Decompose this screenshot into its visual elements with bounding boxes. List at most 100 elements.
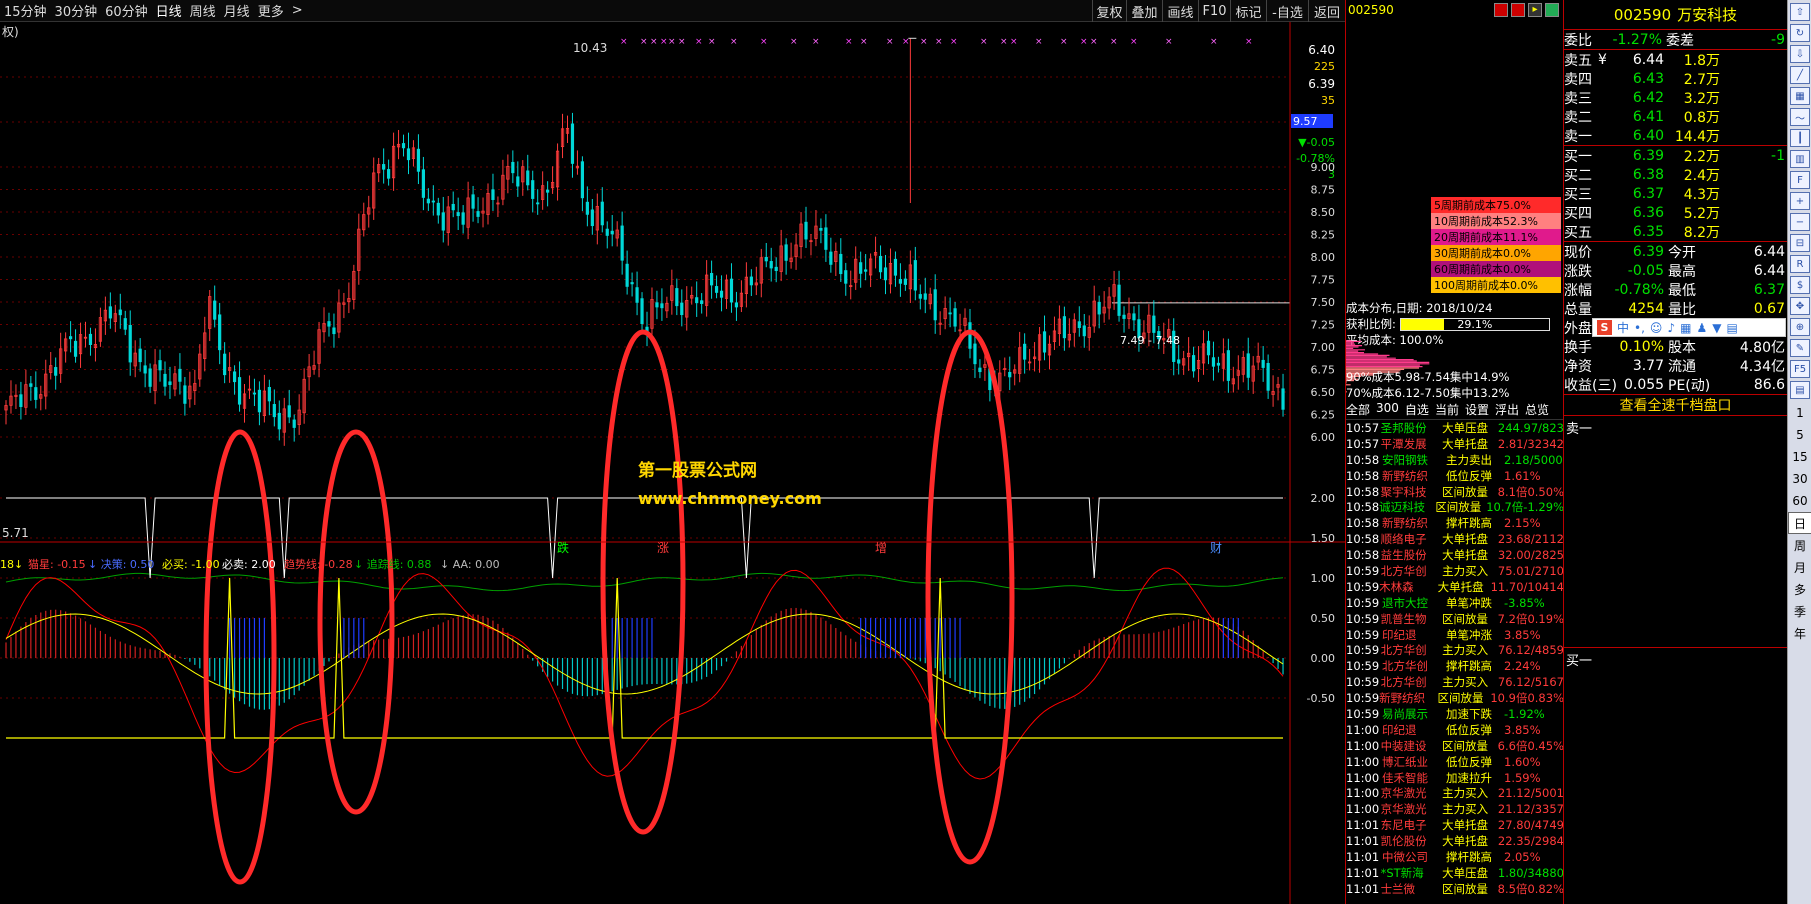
period-5min[interactable]: 5 — [1788, 424, 1811, 446]
bid-row-2[interactable]: 买二 6.38 2.4万 — [1564, 165, 1787, 184]
tab-all[interactable]: 全部 — [1346, 401, 1370, 418]
grid-icon[interactable]: ▦ — [1790, 87, 1810, 105]
f10-icon[interactable]: F — [1790, 171, 1810, 189]
tab-monthly[interactable]: 月线 — [220, 1, 254, 20]
trade-alert-row[interactable]: 11:00 博汇纸业 低位反弹 1.60% — [1346, 754, 1564, 770]
chart-area[interactable]: × × × × × × × × × × × × × × × × × × × × × × × × × × × × × × × 权) 10.43… — [0, 22, 1345, 904]
tab-daily[interactable]: 日线 — [152, 1, 186, 20]
bid-row-3[interactable]: 买三 6.37 4.3万 — [1564, 184, 1787, 203]
ime-keyboard-icon[interactable]: ▦ — [1680, 321, 1691, 335]
panel-icon-2[interactable] — [1511, 3, 1525, 17]
tab-30min[interactable]: 30分钟 — [51, 1, 102, 20]
trade-alert-row[interactable]: 11:01 *ST新海 大单压盘 1.80/34880 — [1346, 865, 1564, 881]
move-icon[interactable]: ✥ — [1790, 297, 1810, 315]
tab-300[interactable]: 300 — [1376, 401, 1399, 418]
f10-button[interactable]: F10 — [1198, 0, 1230, 22]
ime-lang-icon[interactable]: 中 — [1617, 319, 1629, 336]
trade-alert-row[interactable]: 10:59 新野纺织 区间放量 10.9倍0.83% — [1346, 690, 1564, 706]
bid-row-5[interactable]: 买五 6.35 8.2万 — [1564, 222, 1787, 241]
panel-icon-1[interactable] — [1494, 3, 1508, 17]
trade-alert-row[interactable]: 11:00 印纪退 低位反弹 3.85% — [1346, 722, 1564, 738]
ask-row-3[interactable]: 卖三 6.42 3.2万 — [1564, 88, 1787, 107]
trade-alert-row[interactable]: 11:00 中装建设 区间放量 6.6倍0.45% — [1346, 738, 1564, 754]
period-day[interactable]: 日 — [1788, 512, 1811, 534]
trade-alert-row[interactable]: 10:57 平潭发展 大单托盘 2.81/32342 — [1346, 436, 1564, 452]
rsi-icon[interactable]: R — [1790, 255, 1810, 273]
zoom-in-icon[interactable]: + — [1790, 192, 1810, 210]
ask-row-4[interactable]: 卖四 6.43 2.7万 — [1564, 69, 1787, 88]
candle-icon[interactable]: ┃ — [1790, 129, 1810, 147]
period-30min[interactable]: 30 — [1788, 468, 1811, 490]
pencil-icon[interactable]: ✎ — [1790, 339, 1810, 357]
tab-15min[interactable]: 15分钟 — [0, 1, 51, 20]
news-icon[interactable]: ▤ — [1790, 381, 1810, 399]
f5-icon[interactable]: F5 — [1790, 360, 1810, 378]
trade-alert-row[interactable]: 10:59 北方华创 主力买入 76.12/4859 — [1346, 642, 1564, 658]
trade-alert-row[interactable]: 10:58 益生股份 大单托盘 32.00/2825 — [1346, 547, 1564, 563]
bid-row-1[interactable]: 买一 6.39 2.2万 -1 — [1564, 146, 1787, 165]
trade-alert-row[interactable]: 10:59 北方华创 撑杆跳高 2.24% — [1346, 658, 1564, 674]
up-arrow-icon[interactable]: ⇧ — [1790, 3, 1810, 21]
tab-60min[interactable]: 60分钟 — [101, 1, 152, 20]
panel-icon-4[interactable] — [1545, 3, 1559, 17]
trend-icon[interactable]: ╱ — [1790, 66, 1810, 84]
trade-alert-row[interactable]: 10:59 木林森 大单托盘 11.70/10414 — [1346, 579, 1564, 595]
trade-alert-row[interactable]: 11:01 凯伦股份 大单托盘 22.35/2984 — [1346, 833, 1564, 849]
trade-alert-row[interactable]: 10:59 退市大控 单笔冲跌 -3.85% — [1346, 595, 1564, 611]
period-multi[interactable]: 多 — [1788, 578, 1811, 600]
ime-skin-icon[interactable]: ▼ — [1712, 321, 1721, 335]
trade-alert-row[interactable]: 10:59 易尚展示 加速下跌 -1.92% — [1346, 706, 1564, 722]
trade-alert-row[interactable]: 10:58 新野纺织 撑杆跳高 2.15% — [1346, 515, 1564, 531]
trade-alert-row[interactable]: 11:00 佳禾智能 加速拉升 1.59% — [1346, 770, 1564, 786]
draw-line-button[interactable]: 画线 — [1162, 0, 1198, 22]
trade-alert-row[interactable]: 11:01 士兰微 区间放量 8.5倍0.82% — [1346, 881, 1564, 897]
trade-alert-row[interactable]: 10:58 聚宇科技 区间放量 8.1倍0.50% — [1346, 484, 1564, 500]
tab-float[interactable]: 浮出 — [1495, 401, 1519, 418]
period-year[interactable]: 年 — [1788, 622, 1811, 644]
trade-alert-row[interactable]: 10:57 圣邦股份 大单压盘 244.97/823 — [1346, 420, 1564, 436]
bar-chart-icon[interactable]: ▥ — [1790, 150, 1810, 168]
panel-icon-3[interactable]: ▸ — [1528, 3, 1542, 17]
trade-alert-row[interactable]: 11:01 东尼电子 大单托盘 27.80/4749 — [1346, 817, 1564, 833]
cursor-icon[interactable]: ⊕ — [1790, 318, 1810, 336]
tab-overview[interactable]: 总览 — [1525, 401, 1549, 418]
split-icon[interactable]: ⊟ — [1790, 234, 1810, 252]
full-depth-link[interactable]: 查看全速千档盘口 — [1564, 394, 1787, 416]
trade-alert-row[interactable]: 10:58 新野纺织 低位反弹 1.61% — [1346, 468, 1564, 484]
refresh-icon[interactable]: ↻ — [1790, 24, 1810, 42]
more-arrow-icon[interactable]: > — [288, 3, 307, 18]
period-60min[interactable]: 60 — [1788, 490, 1811, 512]
ime-toolbar[interactable]: S 中 •, ☺ ♪ ▦ ♟ ▼ ▤ — [1592, 318, 1786, 337]
bid-row-4[interactable]: 买四 6.36 5.2万 — [1564, 203, 1787, 222]
period-1min[interactable]: 1 — [1788, 402, 1811, 424]
period-15min[interactable]: 15 — [1788, 446, 1811, 468]
trade-alert-row[interactable]: 10:59 北方华创 主力买入 76.12/5167 — [1346, 674, 1564, 690]
period-season[interactable]: 季 — [1788, 600, 1811, 622]
ask-row-5[interactable]: 卖五 ¥6.44 1.8万 — [1564, 50, 1787, 69]
trade-alert-row[interactable]: 10:59 凯普生物 区间放量 7.2倍0.19% — [1346, 611, 1564, 627]
ime-punct-icon[interactable]: •, — [1634, 321, 1645, 335]
ime-emoji-icon[interactable]: ☺ — [1650, 321, 1663, 335]
trade-alert-row[interactable]: 11:00 京华激光 主力买入 21.12/5001 — [1346, 785, 1564, 801]
mark-button[interactable]: 标记 — [1230, 0, 1266, 22]
tab-current[interactable]: 当前 — [1435, 401, 1459, 418]
trade-alert-row[interactable]: 10:58 顺络电子 大单托盘 23.68/2112 — [1346, 531, 1564, 547]
ime-voice-icon[interactable]: ♪ — [1667, 321, 1675, 335]
trade-alert-row[interactable]: 10:58 诚迈科技 区间放量 10.7倍-1.29% — [1346, 499, 1564, 515]
period-month[interactable]: 月 — [1788, 556, 1811, 578]
sogou-icon[interactable]: S — [1597, 320, 1612, 335]
overlay-button[interactable]: 叠加 — [1126, 0, 1162, 22]
ime-user-icon[interactable]: ♟ — [1696, 321, 1707, 335]
back-button[interactable]: 返回 — [1308, 0, 1345, 22]
tab-watchlist[interactable]: 自选 — [1405, 401, 1429, 418]
restore-rights-button[interactable]: 复权 — [1092, 0, 1126, 22]
period-week[interactable]: 周 — [1788, 534, 1811, 556]
trade-alert-row[interactable]: 11:00 京华激光 主力买入 21.12/3357 — [1346, 801, 1564, 817]
dollar-icon[interactable]: $ — [1790, 276, 1810, 294]
zoom-out-icon[interactable]: − — [1790, 213, 1810, 231]
tab-more[interactable]: 更多 — [254, 1, 288, 20]
ask-row-2[interactable]: 卖二 6.41 0.8万 — [1564, 107, 1787, 126]
tab-settings[interactable]: 设置 — [1465, 401, 1489, 418]
line-chart-icon[interactable]: 〜 — [1790, 108, 1810, 126]
down-arrow-icon[interactable]: ⇩ — [1790, 45, 1810, 63]
